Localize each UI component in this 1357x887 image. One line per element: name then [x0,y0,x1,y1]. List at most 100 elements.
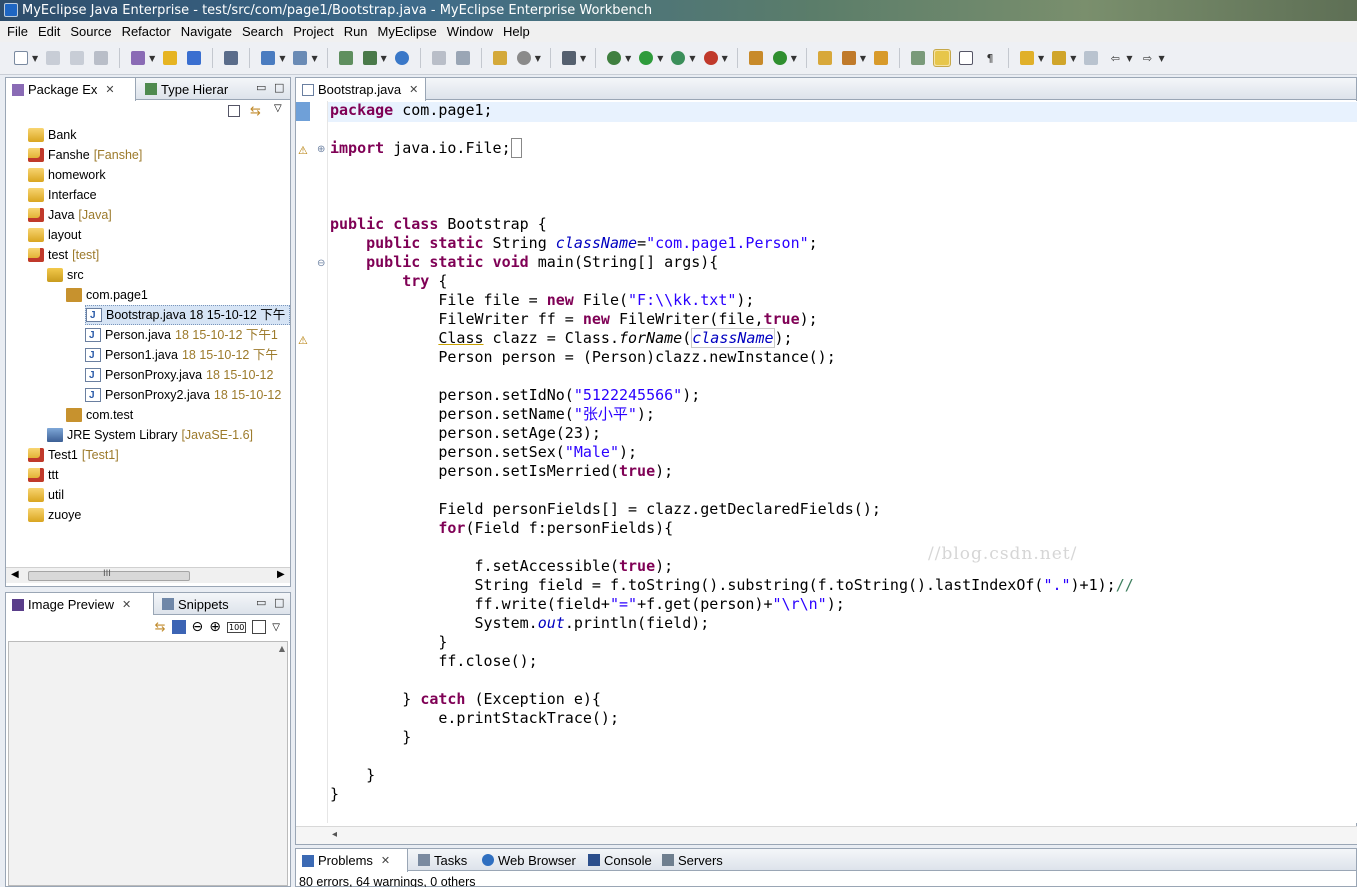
code-editor[interactable]: ⚠ ⚠ ⊕ ⊖ package com.page1; import java.io… [296,101,1357,823]
maximize-icon[interactable]: □ [274,81,284,94]
tab-servers[interactable]: Servers [656,849,729,871]
refresh-dropdown-icon[interactable]: ▼ [791,54,797,63]
link-with-editor-icon[interactable]: ⇆ [250,104,261,119]
menu-source[interactable]: Source [65,24,116,39]
minimize-icon[interactable]: ▭ [256,81,266,94]
back-dropdown-icon[interactable]: ▼ [1126,54,1132,63]
print-icon[interactable] [92,49,110,67]
tab-web-browser[interactable]: Web Browser [476,849,582,871]
globe-icon[interactable] [393,49,411,67]
tree-item-layout[interactable]: layout [28,225,81,245]
open-type-icon[interactable] [161,49,179,67]
tree-item-com-test[interactable]: com.test [66,405,133,425]
back-icon[interactable]: ⇦ [1106,49,1124,67]
zoom-in-icon[interactable]: ⊕ [209,619,221,635]
tree-item-person1-java[interactable]: Person1.java18 15-10-12 下午 [85,345,278,366]
tab-package-explorer[interactable]: Package Ex ✕ [6,78,136,101]
tree-item-util[interactable]: util [28,485,64,505]
pin-icon[interactable] [909,49,927,67]
editor-hscrollbar[interactable]: ◂ [296,826,1357,844]
menu-window[interactable]: Window [442,24,498,39]
search-tool-icon[interactable] [291,49,309,67]
menu-myeclipse[interactable]: MyEclipse [373,24,442,39]
close-icon[interactable]: ✕ [381,854,390,867]
tree-item-interface[interactable]: Interface [28,185,97,205]
jar-icon[interactable] [222,49,240,67]
forward-icon[interactable]: ⇨ [1139,49,1157,67]
settings-icon[interactable] [515,49,533,67]
next-annotation-dropdown-icon[interactable]: ▼ [1038,54,1044,63]
tree-item-fanshe[interactable]: Fanshe [Fanshe] [28,145,142,165]
highlight-icon[interactable] [933,49,952,67]
cut-icon[interactable] [430,49,448,67]
debug-dropdown-icon[interactable]: ▼ [625,54,631,63]
menu-refactor[interactable]: Refactor [117,24,176,39]
tab-image-preview[interactable]: Image Preview ✕ [6,593,154,616]
tab-console[interactable]: Console [582,849,658,871]
show-whitespace-icon[interactable]: ¶ [981,49,999,67]
expand-icon[interactable]: ⊕ [317,144,325,155]
run-dropdown-icon[interactable]: ▼ [657,54,663,63]
collapse-icon[interactable]: ⊖ [317,258,325,269]
tree-item-homework[interactable]: homework [28,165,106,185]
run-last-icon[interactable] [669,49,687,67]
zoom-out-icon[interactable]: ⊖ [192,619,204,635]
run-server-icon[interactable] [361,49,379,67]
tree-item-jre-library[interactable]: JRE System Library [JavaSE-1.6] [47,425,253,445]
server-icon[interactable] [185,49,203,67]
forward-dropdown-icon[interactable]: ▼ [1159,54,1165,63]
new-java-project-icon[interactable] [747,49,765,67]
view-menu-icon[interactable]: ▽ [274,103,282,114]
tree-item-zuoye[interactable]: zuoye [28,505,81,525]
block-select-icon[interactable] [957,49,975,67]
open-folder-icon[interactable] [816,49,834,67]
collapse-all-icon[interactable] [228,105,240,120]
scroll-thumb[interactable]: III [28,569,190,581]
menu-file[interactable]: File [2,24,33,39]
copy-icon[interactable] [454,49,472,67]
tree-item-bank[interactable]: Bank [28,125,77,145]
source-code[interactable]: package com.page1; import java.io.File;​ … [330,101,1134,804]
pen-dropdown-icon[interactable]: ▼ [860,54,866,63]
minimize-icon[interactable]: ▭ [256,596,266,609]
camera-dropdown-icon[interactable]: ▼ [580,54,586,63]
menu-project[interactable]: Project [288,24,338,39]
tree-item-test[interactable]: test [test] [28,245,99,265]
tree-item-src[interactable]: src [47,265,84,285]
menu-help[interactable]: Help [498,24,535,39]
settings-dropdown-icon[interactable]: ▼ [535,54,541,63]
run-server-dropdown-icon[interactable]: ▼ [381,54,387,63]
scroll-up-icon[interactable]: ▲ [279,644,285,653]
new-dropdown-icon[interactable]: ▼ [32,54,38,63]
pen-icon[interactable] [840,49,858,67]
refresh-icon[interactable] [771,49,789,67]
tab-snippets[interactable]: Snippets [156,593,235,615]
new-project-dropdown-icon[interactable]: ▼ [149,54,155,63]
deploy-icon[interactable] [337,49,355,67]
close-icon[interactable]: ✕ [409,83,418,96]
camera-icon[interactable] [560,49,578,67]
next-annotation-icon[interactable] [1018,49,1036,67]
new-icon[interactable] [12,49,30,67]
run-icon[interactable] [637,49,655,67]
prev-annotation-dropdown-icon[interactable]: ▼ [1070,54,1076,63]
open-resource-icon[interactable] [491,49,509,67]
tree-item-ttt[interactable]: ttt [28,465,58,485]
tab-bootstrap-java[interactable]: Bootstrap.java ✕ [296,78,426,101]
new-project-icon[interactable] [129,49,147,67]
wizard-dropdown-icon[interactable]: ▼ [279,54,285,63]
tab-problems[interactable]: Problems ✕ [296,849,408,872]
prev-annotation-icon[interactable] [1050,49,1068,67]
scroll-left-icon[interactable]: ◂ [332,829,337,840]
fit-window-icon[interactable] [252,620,267,634]
menu-edit[interactable]: Edit [33,24,65,39]
fit-image-icon[interactable] [171,620,186,634]
link-icon[interactable]: ⇆ [155,620,166,635]
actual-size-icon[interactable]: 100 [227,621,247,633]
maximize-icon[interactable]: □ [274,596,284,609]
wizard-icon[interactable] [259,49,277,67]
tree-item-bootstrap-java[interactable]: Bootstrap.java 18 15-10-12 下午 [85,305,290,326]
package-explorer-hscrollbar[interactable]: ◀ III ▶ [6,567,290,583]
tree-item-personproxy-java[interactable]: PersonProxy.java18 15-10-12 [85,365,273,386]
save-icon[interactable] [44,49,62,67]
